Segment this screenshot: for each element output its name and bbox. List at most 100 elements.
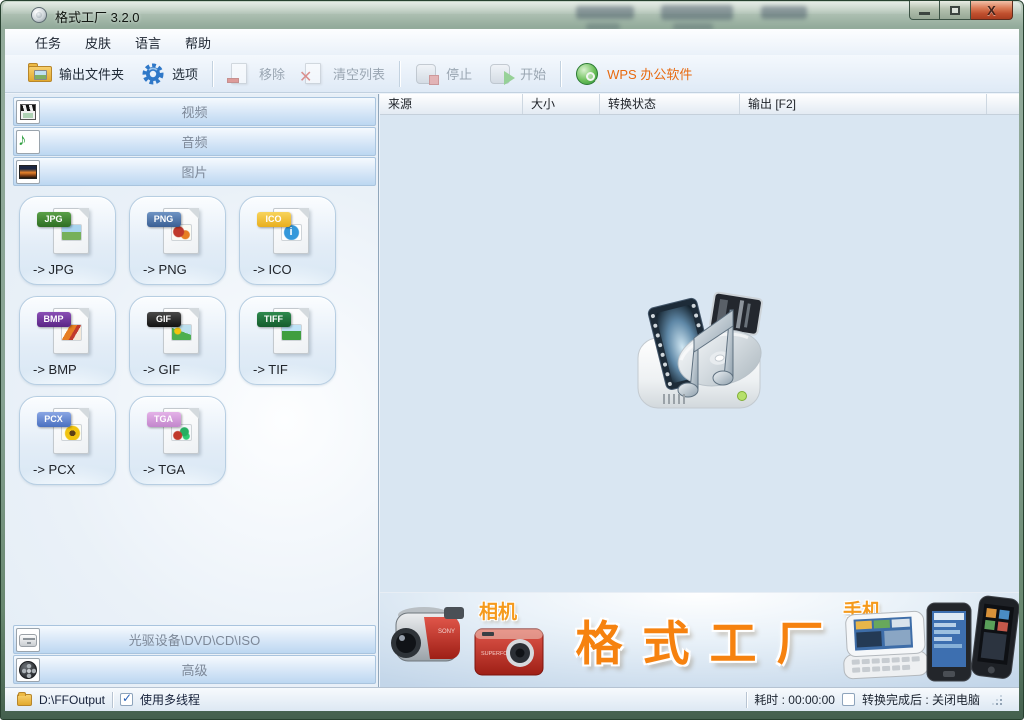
sidebar-item-audio[interactable]: ♪ 音频 (13, 127, 376, 156)
format-button-pcx[interactable]: PCX -> PCX (19, 396, 116, 485)
menu-language[interactable]: 语言 (125, 30, 171, 55)
wps-link[interactable]: WPS 办公软件 (567, 58, 700, 90)
column-header-status[interactable]: 转换状态 (600, 94, 740, 114)
format-button-gif[interactable]: GIF -> GIF (129, 296, 226, 385)
remove-button[interactable]: 移除 (219, 58, 293, 90)
shutdown-after-label[interactable]: 转换完成后 : 关闭电脑 (862, 691, 980, 708)
column-header-output[interactable]: 输出 [F2] (740, 94, 987, 114)
titlebar[interactable]: 格式工厂 3.2.0 X (1, 1, 1023, 31)
menu-help[interactable]: 帮助 (175, 30, 221, 55)
minimize-icon (919, 11, 930, 15)
multithread-checkbox[interactable] (120, 691, 134, 706)
menu-task[interactable]: 任务 (25, 30, 71, 55)
slider-phone-image (843, 610, 929, 680)
format-button-label: -> TIF (253, 362, 288, 377)
smartphones-image (926, 595, 1019, 682)
task-list-empty-area[interactable] (380, 115, 1019, 592)
format-button-label: -> ICO (253, 262, 292, 277)
file-type-badge: GIF (146, 312, 181, 327)
toolbar: 输出文件夹 选项 移除 ✕ 清空列表 停止 开始 WPS 办公软件 (5, 55, 1019, 93)
file-type-badge: BMP (36, 312, 71, 327)
format-button-label: -> JPG (33, 262, 74, 277)
output-path-folder-icon[interactable] (17, 691, 32, 706)
audio-icon: ♪ (16, 130, 40, 154)
options-button[interactable]: 选项 (132, 58, 206, 90)
ico-file-icon: ICO (256, 206, 319, 258)
file-type-badge: JPG (36, 212, 71, 227)
rom-device-label: 光驱设备\DVD\CD\ISO (128, 633, 261, 648)
wps-label: WPS 办公软件 (607, 67, 693, 82)
task-table-header: 来源 大小 转换状态 输出 [F2] (380, 94, 1019, 115)
status-bar: D:\FFOutput 使用多线程 耗时 : 00:00:00 转换完成后 : … (5, 687, 1019, 711)
output-folder-button[interactable]: 输出文件夹 (19, 58, 132, 90)
advanced-label: 高级 (181, 663, 208, 678)
column-header-filler (987, 94, 1019, 114)
wps-globe-icon (575, 62, 602, 86)
format-button-label: -> PCX (33, 462, 76, 477)
menu-skin[interactable]: 皮肤 (75, 30, 121, 55)
sidebar-item-video[interactable]: 视频 (13, 97, 376, 126)
output-folder-label: 输出文件夹 (59, 67, 125, 82)
bmp-file-icon: BMP (36, 306, 99, 358)
format-button-label: -> BMP (33, 362, 77, 377)
shutdown-after-checkbox[interactable] (841, 693, 855, 706)
output-path[interactable]: D:\FFOutput (39, 693, 105, 707)
format-button-label: -> PNG (143, 262, 187, 277)
jpg-file-icon: JPG (36, 206, 99, 258)
close-button[interactable]: X (971, 1, 1013, 20)
multithread-label[interactable]: 使用多线程 (140, 691, 200, 708)
column-header-source[interactable]: 来源 (380, 94, 523, 114)
video-icon (16, 100, 40, 124)
toolbar-separator (560, 60, 562, 87)
toolbar-separator (212, 60, 214, 87)
sidebar-audio-label: 音频 (181, 135, 208, 150)
task-list-panel: 来源 大小 转换状态 输出 [F2] SONY 相机 SUPERFC 格式工厂 … (380, 94, 1019, 687)
file-type-badge: TIFF (256, 312, 291, 327)
png-file-icon: PNG (146, 206, 209, 258)
output-folder-icon (27, 62, 53, 86)
start-label: 开始 (520, 67, 547, 82)
file-type-badge: TGA (146, 412, 181, 427)
app-icon (31, 7, 47, 23)
format-button-tga[interactable]: TGA -> TGA (129, 396, 226, 485)
start-icon (488, 62, 516, 86)
pcx-file-icon: PCX (36, 406, 99, 458)
stop-icon (414, 62, 440, 86)
statusbar-separator (112, 691, 114, 708)
file-type-badge: PCX (36, 412, 71, 427)
format-button-jpg[interactable]: JPG -> JPG (19, 196, 116, 285)
sidebar-picture-label: 图片 (181, 165, 208, 180)
clear-list-label: 清空列表 (333, 67, 386, 82)
film-reel-icon (16, 658, 40, 682)
client-area: 任务 皮肤 语言 帮助 输出文件夹 选项 移除 ✕ 清空列表 停止 开始 WPS… (5, 29, 1019, 711)
format-button-label: -> GIF (143, 362, 181, 377)
window-title: 格式工厂 3.2.0 (55, 10, 140, 25)
file-type-badge: PNG (146, 212, 181, 227)
column-header-size[interactable]: 大小 (523, 94, 600, 114)
options-label: 选项 (172, 67, 199, 82)
sidebar-item-rom-device[interactable]: 光驱设备\DVD\CD\ISO (13, 625, 376, 654)
gif-file-icon: GIF (146, 306, 209, 358)
format-button-ico[interactable]: ICO -> ICO (239, 196, 336, 285)
sidebar: 视频 ♪ 音频 图片 JPG -> JPG PNG -> PNG ICO -> ICO BM… (5, 94, 379, 687)
sidebar-item-advanced[interactable]: 高级 (13, 655, 376, 684)
promo-banner: SONY 相机 SUPERFC 格式工厂 手机 (380, 592, 1019, 687)
app-window: 格式工厂 3.2.0 X 任务 皮肤 语言 帮助 输出文件夹 选项 移除 ✕ 清… (0, 0, 1024, 720)
sidebar-item-picture[interactable]: 图片 (13, 157, 376, 186)
stop-button[interactable]: 停止 (406, 58, 480, 90)
format-factory-logo (637, 291, 763, 409)
format-button-png[interactable]: PNG -> PNG (129, 196, 226, 285)
maximize-icon (950, 5, 960, 15)
elapsed-time: 耗时 : 00:00:00 (754, 693, 835, 707)
clear-list-button[interactable]: ✕ 清空列表 (293, 58, 393, 90)
minimize-button[interactable] (909, 1, 940, 20)
format-button-tif[interactable]: TIFF -> TIF (239, 296, 336, 385)
desktop-blur-artifact (576, 6, 634, 19)
start-button[interactable]: 开始 (480, 58, 554, 90)
resize-grip[interactable] (991, 694, 1003, 706)
picture-icon (16, 160, 40, 184)
format-button-label: -> TGA (143, 462, 186, 477)
maximize-button[interactable] (940, 1, 971, 20)
remove-icon (227, 62, 253, 86)
format-button-bmp[interactable]: BMP -> BMP (19, 296, 116, 385)
